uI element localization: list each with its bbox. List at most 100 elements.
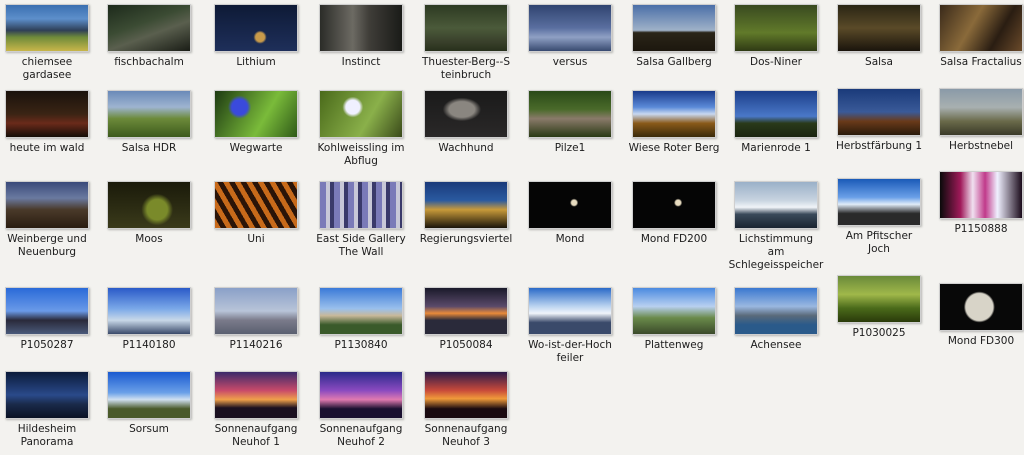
thumbnail-item[interactable]: Lichstimmung am Schlegeisspeicher xyxy=(726,181,826,272)
thumbnail-item[interactable]: Am Pfitscher Joch xyxy=(829,178,929,256)
thumbnail-image[interactable] xyxy=(939,88,1023,136)
thumbnail-image[interactable] xyxy=(214,90,298,138)
thumbnail-image[interactable] xyxy=(5,181,89,229)
thumbnail-image[interactable] xyxy=(107,371,191,419)
thumbnail-image[interactable] xyxy=(734,90,818,138)
thumbnail-image[interactable] xyxy=(5,287,89,335)
thumbnail-item[interactable]: Regierungsviertel xyxy=(416,181,516,246)
thumbnail-image[interactable] xyxy=(734,181,818,229)
thumbnail-item[interactable]: Pilze1 xyxy=(520,90,620,155)
thumbnail-item[interactable]: Hildesheim Panorama xyxy=(0,371,97,449)
thumbnail-item[interactable]: Salsa HDR xyxy=(99,90,199,155)
thumbnail-image[interactable] xyxy=(5,90,89,138)
thumbnail-item[interactable]: Wo-ist-der-Hoch feiler xyxy=(520,287,620,365)
thumbnail-image[interactable] xyxy=(214,181,298,229)
thumbnail-item[interactable]: Weinberge und Neuenburg xyxy=(0,181,97,259)
thumbnail-image[interactable] xyxy=(319,181,403,229)
thumbnail-image[interactable] xyxy=(214,287,298,335)
thumbnail-image[interactable] xyxy=(528,90,612,138)
thumbnail-image[interactable] xyxy=(107,90,191,138)
thumbnail-item[interactable]: fischbachalm xyxy=(99,4,199,69)
thumbnail-item[interactable]: Kohlweissling im Abflug xyxy=(311,90,411,168)
thumbnail-item[interactable]: Dos-Niner xyxy=(726,4,826,69)
thumbnail-image[interactable] xyxy=(107,4,191,52)
thumbnail-label: Mond xyxy=(555,233,585,245)
thumbnail-image[interactable] xyxy=(319,4,403,52)
thumbnail-image[interactable] xyxy=(424,181,508,229)
thumbnail-image[interactable] xyxy=(528,4,612,52)
thumbnail-item[interactable]: P1150888 xyxy=(931,171,1024,236)
thumbnail-label: Kohlweissling im Abflug xyxy=(317,142,405,167)
thumbnail-item[interactable]: versus xyxy=(520,4,620,69)
thumbnail-image[interactable] xyxy=(319,371,403,419)
thumbnail-label: Achensee xyxy=(750,339,802,351)
thumbnail-image[interactable] xyxy=(5,371,89,419)
thumbnail-image[interactable] xyxy=(319,90,403,138)
thumbnail-item[interactable]: Mond xyxy=(520,181,620,246)
thumbnail-item[interactable]: Salsa Fractalius xyxy=(931,4,1024,69)
thumbnail-item[interactable]: Herbstfärbung 1 xyxy=(829,88,929,153)
thumbnail-item[interactable]: Achensee xyxy=(726,287,826,352)
thumbnail-image[interactable] xyxy=(214,371,298,419)
thumbnail-item[interactable]: P1030025 xyxy=(829,275,929,340)
thumbnail-image[interactable] xyxy=(939,4,1023,52)
thumbnail-image[interactable] xyxy=(528,287,612,335)
thumbnail-item[interactable]: Sorsum xyxy=(99,371,199,436)
thumbnail-image[interactable] xyxy=(632,181,716,229)
thumbnail-label: Sonnenaufgang Neuhof 1 xyxy=(214,423,298,448)
thumbnail-image[interactable] xyxy=(107,181,191,229)
thumbnail-item[interactable]: Herbstnebel xyxy=(931,88,1024,153)
thumbnail-label: P1140180 xyxy=(122,339,176,351)
thumbnail-image[interactable] xyxy=(632,287,716,335)
thumbnail-label: Wo-ist-der-Hoch feiler xyxy=(528,339,612,364)
thumbnail-item[interactable]: Uni xyxy=(206,181,306,246)
thumbnail-image[interactable] xyxy=(837,88,921,136)
thumbnail-label: Salsa Fractalius xyxy=(940,56,1022,68)
thumbnail-label: P1050084 xyxy=(439,339,493,351)
thumbnail-image[interactable] xyxy=(837,4,921,52)
thumbnail-item[interactable]: Sonnenaufgang Neuhof 2 xyxy=(311,371,411,449)
thumbnail-item[interactable]: Marienrode 1 xyxy=(726,90,826,155)
thumbnail-image[interactable] xyxy=(214,4,298,52)
thumbnail-item[interactable]: Instinct xyxy=(311,4,411,69)
thumbnail-item[interactable]: East Side Gallery The Wall xyxy=(311,181,411,259)
thumbnail-item[interactable]: Plattenweg xyxy=(624,287,724,352)
thumbnail-item[interactable]: P1050084 xyxy=(416,287,516,352)
thumbnail-item[interactable]: Mond FD300 xyxy=(931,283,1024,348)
thumbnail-item[interactable]: P1140180 xyxy=(99,287,199,352)
thumbnail-image[interactable] xyxy=(5,4,89,52)
thumbnail-image[interactable] xyxy=(424,4,508,52)
thumbnail-image[interactable] xyxy=(424,371,508,419)
thumbnail-image[interactable] xyxy=(837,275,921,323)
thumbnail-item[interactable]: Mond FD200 xyxy=(624,181,724,246)
thumbnail-item[interactable]: Salsa Gallberg xyxy=(624,4,724,69)
thumbnail-image[interactable] xyxy=(939,171,1023,219)
thumbnail-image[interactable] xyxy=(632,90,716,138)
thumbnail-item[interactable]: Sonnenaufgang Neuhof 1 xyxy=(206,371,306,449)
thumbnail-item[interactable]: Moos xyxy=(99,181,199,246)
thumbnail-image[interactable] xyxy=(632,4,716,52)
thumbnail-item[interactable]: P1050287 xyxy=(0,287,97,352)
thumbnail-label: Moos xyxy=(135,233,163,245)
thumbnail-item[interactable]: Wachhund xyxy=(416,90,516,155)
thumbnail-image[interactable] xyxy=(528,181,612,229)
thumbnail-image[interactable] xyxy=(734,4,818,52)
thumbnail-image[interactable] xyxy=(319,287,403,335)
thumbnail-label: Wegwarte xyxy=(229,142,283,154)
thumbnail-item[interactable]: Salsa xyxy=(829,4,929,69)
thumbnail-item[interactable]: Wiese Roter Berg xyxy=(624,90,724,155)
thumbnail-image[interactable] xyxy=(734,287,818,335)
thumbnail-image[interactable] xyxy=(424,287,508,335)
thumbnail-item[interactable]: P1130840 xyxy=(311,287,411,352)
thumbnail-item[interactable]: P1140216 xyxy=(206,287,306,352)
thumbnail-image[interactable] xyxy=(424,90,508,138)
thumbnail-image[interactable] xyxy=(837,178,921,226)
thumbnail-item[interactable]: chiemsee gardasee xyxy=(0,4,97,82)
thumbnail-image[interactable] xyxy=(107,287,191,335)
thumbnail-item[interactable]: Lithium xyxy=(206,4,306,69)
thumbnail-item[interactable]: heute im wald xyxy=(0,90,97,155)
thumbnail-item[interactable]: Sonnenaufgang Neuhof 3 xyxy=(416,371,516,449)
thumbnail-item[interactable]: Wegwarte xyxy=(206,90,306,155)
thumbnail-item[interactable]: Thuester-Berg--S teinbruch xyxy=(416,4,516,82)
thumbnail-image[interactable] xyxy=(939,283,1023,331)
